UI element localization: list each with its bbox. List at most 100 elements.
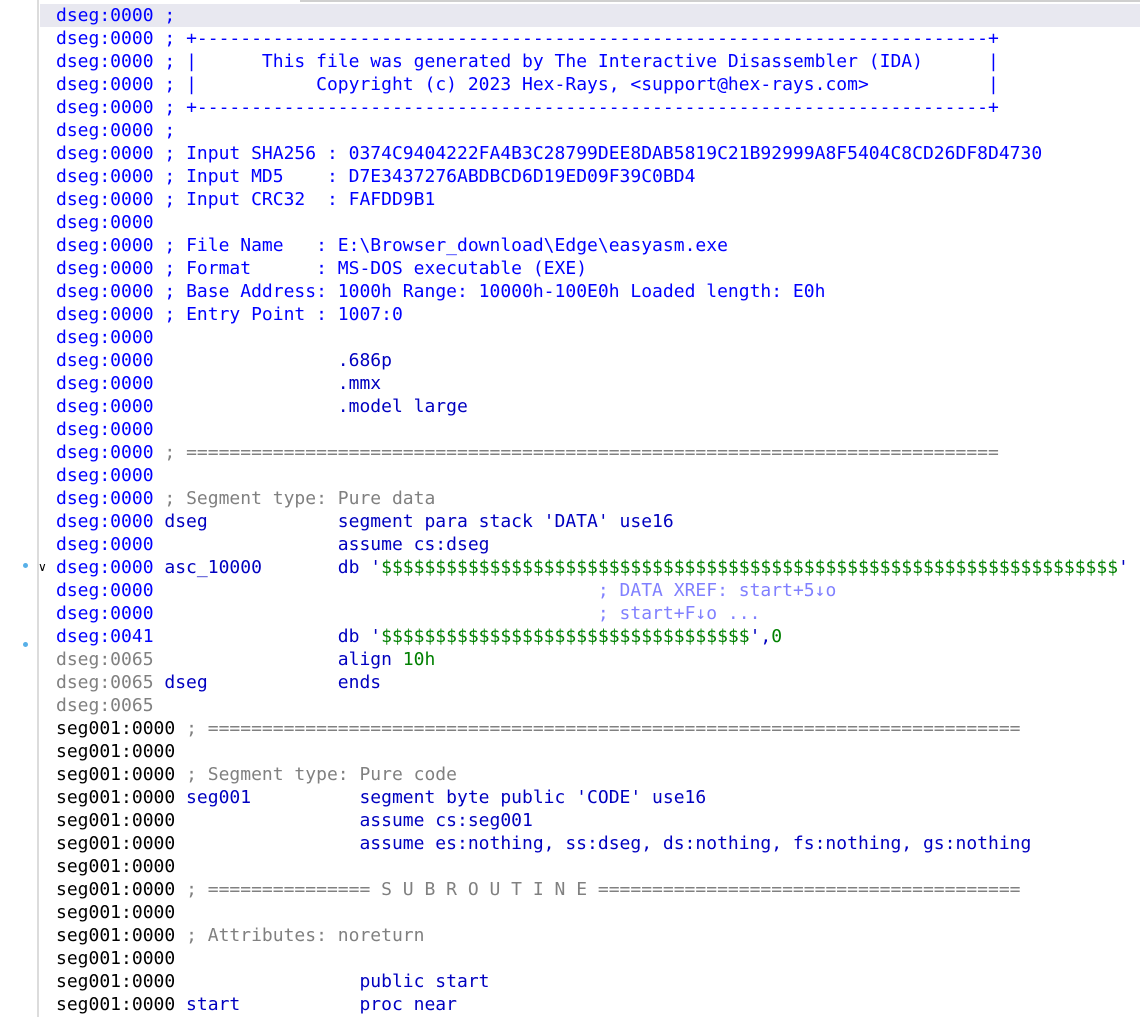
listing-line[interactable]: dseg:0000 ; DATA XREF: start+5↓o — [56, 579, 836, 602]
listing-line[interactable]: seg001:0000 — [56, 947, 175, 970]
listing-line[interactable]: dseg:0000 dseg segment para stack 'DATA'… — [56, 510, 674, 533]
listing-line[interactable]: seg001:0000 ; Segment type: Pure code — [56, 763, 457, 786]
line-content[interactable]: assume cs:seg001 — [175, 810, 532, 831]
line-content[interactable]: ; ======================================… — [175, 718, 1020, 739]
listing-line[interactable]: dseg:0000 — [56, 464, 154, 487]
line-content[interactable]: ; DATA XREF: start+5↓o — [154, 580, 836, 601]
line-address[interactable]: seg001:0000 — [56, 718, 175, 739]
listing-line[interactable]: dseg:0000 ; — [56, 119, 175, 142]
line-content[interactable]: ; start+F↓o ... — [154, 603, 761, 624]
listing-line[interactable]: dseg:0000 ; Segment type: Pure data — [56, 487, 435, 510]
line-content[interactable]: dseg segment para stack 'DATA' use16 — [154, 511, 673, 532]
listing-line[interactable]: dseg:0000 ; File Name : E:\Browser_downl… — [56, 234, 728, 257]
listing-line[interactable]: dseg:0000 ; start+F↓o ... — [56, 602, 760, 625]
line-address[interactable]: dseg:0000 — [56, 143, 154, 164]
line-content[interactable]: ; Base Address: 1000h Range: 10000h-100E… — [154, 281, 825, 302]
listing-line[interactable]: seg001:0000 assume cs:seg001 — [56, 809, 533, 832]
line-address[interactable]: dseg:0000 — [56, 465, 154, 486]
line-address[interactable]: dseg:0065 — [56, 649, 154, 670]
listing-line[interactable]: dseg:0000 ; Input CRC32 : FAFDD9B1 — [56, 188, 435, 211]
line-content[interactable]: ; | This file was generated by The Inter… — [154, 51, 998, 72]
line-content[interactable]: start proc near — [175, 994, 457, 1015]
line-content[interactable]: ; Attributes: noreturn — [175, 925, 424, 946]
line-address[interactable]: seg001:0000 — [56, 856, 175, 877]
line-content[interactable]: ; Input CRC32 : FAFDD9B1 — [154, 189, 435, 210]
listing-line[interactable]: seg001:0000 ; =============== S U B R O … — [56, 878, 1021, 901]
line-address[interactable]: dseg:0000 — [56, 281, 154, 302]
listing-line[interactable]: dseg:0000 ; Input SHA256 : 0374C9404222F… — [56, 142, 1042, 165]
line-address[interactable]: seg001:0000 — [56, 741, 175, 762]
line-content[interactable]: ; — [154, 5, 175, 26]
line-content[interactable]: ; +-------------------------------------… — [154, 28, 998, 49]
listing-line[interactable]: dseg:0000 asc_10000 db '$$$$$$$$$$$$$$$$… — [56, 556, 1129, 579]
line-address[interactable]: dseg:0000 — [56, 166, 154, 187]
dot-icon[interactable] — [23, 642, 28, 647]
listing-line[interactable]: dseg:0000 — [56, 326, 154, 349]
line-address[interactable]: dseg:0000 — [56, 189, 154, 210]
listing-line[interactable]: dseg:0000 assume cs:dseg — [56, 533, 490, 556]
line-content[interactable]: ; | Copyright (c) 2023 Hex-Rays, <suppor… — [154, 74, 998, 95]
line-content[interactable]: ; File Name : E:\Browser_download\Edge\e… — [154, 235, 728, 256]
line-address[interactable]: dseg:0000 — [56, 212, 154, 233]
line-content[interactable]: ; Segment type: Pure data — [154, 488, 435, 509]
listing-line[interactable]: dseg:0000 ; Base Address: 1000h Range: 1… — [56, 280, 825, 303]
line-address[interactable]: seg001:0000 — [56, 902, 175, 923]
listing-line[interactable]: seg001:0000 public start — [56, 970, 490, 993]
line-content[interactable]: seg001 segment byte public 'CODE' use16 — [175, 787, 706, 808]
line-address[interactable]: seg001:0000 — [56, 810, 175, 831]
line-address[interactable]: seg001:0000 — [56, 994, 175, 1015]
dot-icon[interactable] — [23, 563, 28, 568]
line-address[interactable]: seg001:0000 — [56, 787, 175, 808]
line-address[interactable]: seg001:0000 — [56, 948, 175, 969]
line-content[interactable]: asc_10000 db '$$$$$$$$$$$$$$$$$$$$$$$$$$… — [154, 557, 1129, 578]
listing-line[interactable]: dseg:0000 ; Input MD5 : D7E3437276ABDBCD… — [56, 165, 695, 188]
line-address[interactable]: dseg:0000 — [56, 327, 154, 348]
line-content[interactable]: assume cs:dseg — [154, 534, 490, 555]
line-content[interactable]: .686p — [154, 350, 392, 371]
chevron-down-icon[interactable]: ∨ — [38, 556, 47, 579]
line-content[interactable]: ; — [154, 120, 175, 141]
line-address[interactable]: dseg:0000 — [56, 603, 154, 624]
listing-line[interactable]: dseg:0000 ; | Copyright (c) 2023 Hex-Ray… — [56, 73, 999, 96]
listing-line[interactable]: dseg:0000 .model large — [56, 395, 468, 418]
line-address[interactable]: dseg:0000 — [56, 28, 154, 49]
line-address[interactable]: dseg:0000 — [56, 373, 154, 394]
line-content[interactable]: assume es:nothing, ss:dseg, ds:nothing, … — [175, 833, 1031, 854]
listing-line[interactable]: dseg:0000 .mmx — [56, 372, 381, 395]
line-address[interactable]: dseg:0000 — [56, 442, 154, 463]
line-address[interactable]: dseg:0000 — [56, 488, 154, 509]
line-content[interactable]: db '$$$$$$$$$$$$$$$$$$$$$$$$$$$$$$$$$$',… — [154, 626, 782, 647]
line-address[interactable]: seg001:0000 — [56, 879, 175, 900]
listing-line[interactable]: dseg:0000 ; ============================… — [56, 441, 999, 464]
line-content[interactable]: ; Format : MS-DOS executable (EXE) — [154, 258, 587, 279]
line-address[interactable]: dseg:0000 — [56, 534, 154, 555]
line-address[interactable]: dseg:0065 — [56, 672, 154, 693]
line-address[interactable]: dseg:0000 — [56, 350, 154, 371]
listing-line[interactable]: dseg:0065 — [56, 694, 154, 717]
line-address[interactable]: seg001:0000 — [56, 925, 175, 946]
listing-line[interactable]: seg001:0000 — [56, 901, 175, 924]
listing-line[interactable]: dseg:0000 ; +---------------------------… — [56, 96, 999, 119]
line-address[interactable]: dseg:0000 — [56, 511, 154, 532]
line-address[interactable]: dseg:0000 — [56, 97, 154, 118]
listing-line[interactable]: dseg:0000 — [56, 418, 154, 441]
line-content[interactable]: align 10h — [154, 649, 436, 670]
line-address[interactable]: dseg:0000 — [56, 580, 154, 601]
listing-line[interactable]: dseg:0000 ; — [56, 4, 175, 27]
line-content[interactable]: ; ======================================… — [154, 442, 998, 463]
line-content[interactable]: dseg ends — [154, 672, 381, 693]
line-address[interactable]: dseg:0000 — [56, 235, 154, 256]
line-address[interactable]: dseg:0000 — [56, 304, 154, 325]
line-address[interactable]: dseg:0041 — [56, 626, 154, 647]
line-content[interactable]: ; Segment type: Pure code — [175, 764, 457, 785]
line-address[interactable]: dseg:0000 — [56, 120, 154, 141]
line-content[interactable]: .model large — [154, 396, 468, 417]
listing-line[interactable]: seg001:0000 assume es:nothing, ss:dseg, … — [56, 832, 1031, 855]
listing-line[interactable]: seg001:0000 start proc near — [56, 993, 457, 1016]
line-content[interactable]: ; Input MD5 : D7E3437276ABDBCD6D19ED09F3… — [154, 166, 695, 187]
line-address[interactable]: seg001:0000 — [56, 764, 175, 785]
line-address[interactable]: seg001:0000 — [56, 833, 175, 854]
line-address[interactable]: dseg:0000 — [56, 258, 154, 279]
listing-line[interactable]: dseg:0065 align 10h — [56, 648, 435, 671]
listing-line[interactable]: dseg:0041 db '$$$$$$$$$$$$$$$$$$$$$$$$$$… — [56, 625, 782, 648]
